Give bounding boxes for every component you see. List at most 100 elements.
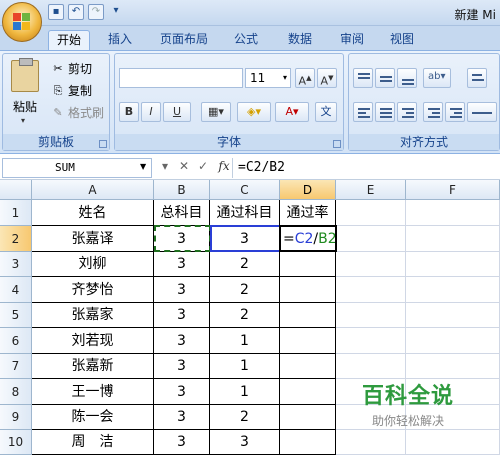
chevron-down-icon[interactable]: ▼ [140,162,146,171]
font-name-box[interactable] [119,68,243,88]
office-button[interactable] [2,2,42,42]
align-right-button[interactable] [397,102,417,122]
merge-center-button[interactable] [467,102,497,122]
cell-f2[interactable] [406,226,500,252]
cell-c3[interactable]: 2 [210,252,280,277]
cell-b2[interactable]: 3 [154,226,210,252]
cell-e10[interactable] [336,430,406,455]
cell-f4[interactable] [406,277,500,303]
cell-b6[interactable]: 3 [154,328,210,354]
align-top-button[interactable] [353,68,373,88]
cell-c2[interactable]: 3 [210,226,280,252]
orientation-button[interactable]: ab▾ [423,68,451,88]
cell-c4[interactable]: 2 [210,277,280,303]
tab-data[interactable]: 数据 [288,30,312,50]
cell-a4[interactable]: 齐梦怡 [32,277,154,303]
cell-c10[interactable]: 3 [210,430,280,455]
cell-f7[interactable] [406,354,500,379]
cell-e2[interactable] [336,226,406,252]
formula-input[interactable]: =C2/B2 [238,160,285,175]
insert-function-icon[interactable]: fx [215,159,233,173]
row-header-3[interactable]: 3 [0,252,32,277]
format-painter-button[interactable]: ✎ 格式刷 [51,104,104,121]
cell-b9[interactable]: 3 [154,405,210,430]
row-header-4[interactable]: 4 [0,277,32,303]
cell-a8[interactable]: 王一博 [32,379,154,405]
cell-a3[interactable]: 刘柳 [32,252,154,277]
align-middle-button[interactable] [375,68,395,88]
column-header-e[interactable]: E [336,180,406,200]
cell-b4[interactable]: 3 [154,277,210,303]
tab-review[interactable]: 审阅 [340,30,364,50]
shrink-font-button[interactable]: A▼ [317,68,337,88]
row-header-9[interactable]: 9 [0,405,32,430]
cell-e7[interactable] [336,354,406,379]
cell-a7[interactable]: 张嘉新 [32,354,154,379]
cell-d4[interactable] [280,277,336,303]
cell-a2[interactable]: 张嘉译 [32,226,154,252]
cell-c8[interactable]: 1 [210,379,280,405]
tab-insert[interactable]: 插入 [108,30,132,50]
cell-a1[interactable]: 姓名 [32,200,154,226]
column-header-b[interactable]: B [154,180,210,200]
tab-page-layout[interactable]: 页面布局 [160,30,208,50]
column-header-f[interactable]: F [406,180,500,200]
cell-a10[interactable]: 周 洁 [32,430,154,455]
dialog-launcher-icon[interactable] [333,140,341,148]
cell-d2[interactable]: =C2/B2 [280,226,336,252]
tab-formulas[interactable]: 公式 [234,30,258,50]
row-header-5[interactable]: 5 [0,303,32,328]
cell-d8[interactable] [280,379,336,405]
font-color-button[interactable]: A▾ [275,102,309,122]
cell-f10[interactable] [406,430,500,455]
cell-d10[interactable] [280,430,336,455]
row-header-2[interactable]: 2 [0,226,32,252]
undo-icon[interactable]: ↶ [68,4,84,20]
cell-b3[interactable]: 3 [154,252,210,277]
italic-button[interactable]: I [141,102,161,122]
phonetic-button[interactable]: 文 [315,102,337,122]
cell-f5[interactable] [406,303,500,328]
cell-d3[interactable] [280,252,336,277]
tab-home[interactable]: 开始 [48,30,91,50]
tab-view[interactable]: 视图 [390,30,414,50]
name-box[interactable]: SUM [2,158,152,178]
grow-font-button[interactable]: A▲ [295,68,315,88]
row-header-1[interactable]: 1 [0,200,32,226]
cell-c7[interactable]: 1 [210,354,280,379]
cell-d7[interactable] [280,354,336,379]
cell-c9[interactable]: 2 [210,405,280,430]
cell-f6[interactable] [406,328,500,354]
select-all-corner[interactable] [0,180,32,200]
cell-e1[interactable] [336,200,406,226]
cell-b7[interactable]: 3 [154,354,210,379]
row-header-7[interactable]: 7 [0,354,32,379]
cell-b1[interactable]: 总科目 [154,200,210,226]
cut-button[interactable]: ✂ 剪切 [51,60,92,77]
cell-b5[interactable]: 3 [154,303,210,328]
column-header-d[interactable]: D [280,180,336,200]
cell-b10[interactable]: 3 [154,430,210,455]
wrap-text-button[interactable] [467,68,487,88]
cell-e6[interactable] [336,328,406,354]
borders-button[interactable]: ▦▾ [201,102,231,122]
cell-b8[interactable]: 3 [154,379,210,405]
column-header-c[interactable]: C [210,180,280,200]
cell-a6[interactable]: 刘若现 [32,328,154,354]
cell-a5[interactable]: 张嘉家 [32,303,154,328]
row-header-6[interactable]: 6 [0,328,32,354]
cell-e4[interactable] [336,277,406,303]
underline-button[interactable]: U [163,102,191,122]
cell-f1[interactable] [406,200,500,226]
enter-icon[interactable]: ✓ [196,159,210,173]
align-left-button[interactable] [353,102,373,122]
cell-e3[interactable] [336,252,406,277]
cell-d9[interactable] [280,405,336,430]
save-icon[interactable]: ▪ [48,4,64,20]
fill-color-button[interactable]: ◈▾ [237,102,271,122]
cell-d6[interactable] [280,328,336,354]
dropdown-icon[interactable]: ▾ [158,159,172,173]
cell-c6[interactable]: 1 [210,328,280,354]
customize-icon[interactable]: ▾ [108,4,124,20]
cell-d5[interactable] [280,303,336,328]
